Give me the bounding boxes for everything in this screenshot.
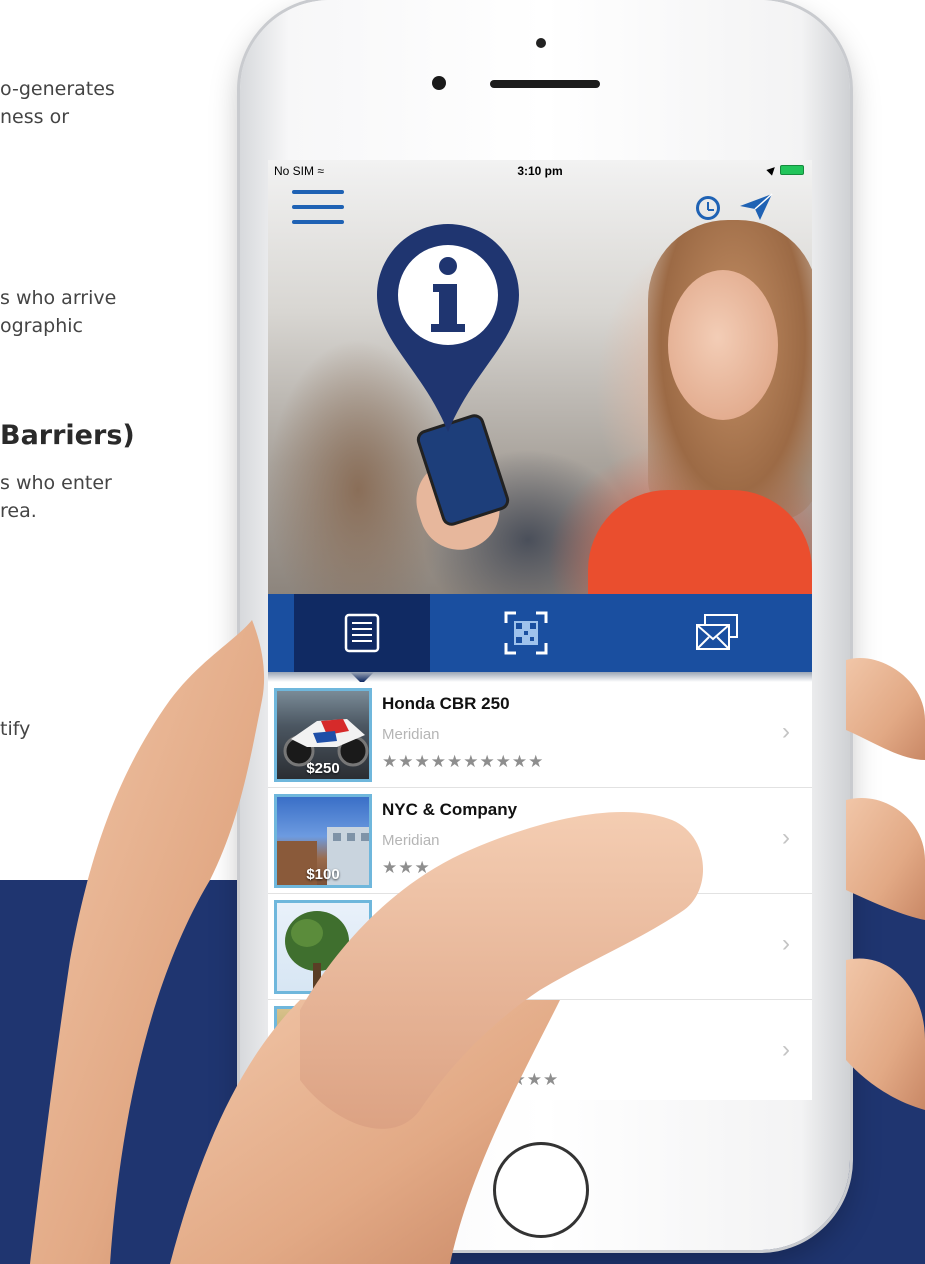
chevron-right-icon: › xyxy=(782,1036,790,1063)
background-text-3: s who arrive xyxy=(0,287,117,309)
item-price: $100 xyxy=(306,866,340,883)
tab-bar-shadow xyxy=(268,672,812,682)
item-subtitle: Meridian xyxy=(382,832,440,849)
status-right xyxy=(766,164,804,176)
tab-bar xyxy=(268,594,812,684)
background-text-4: ographic xyxy=(0,315,83,337)
status-time: 3:10 pm xyxy=(517,164,563,178)
qr-code-icon xyxy=(504,611,547,655)
offer-list: $250 Honda CBR 250 Meridian ★★★★★★★★★★ › xyxy=(268,682,812,1100)
chevron-right-icon: › xyxy=(782,930,790,957)
list-item[interactable]: $100 NYC & Company Meridian ★★★ › xyxy=(268,788,812,894)
background-text-7: tify xyxy=(0,718,31,740)
home-button[interactable] xyxy=(493,1142,589,1238)
sensor-dot xyxy=(536,38,546,48)
tab-qr-code[interactable] xyxy=(430,594,621,672)
mail-icon xyxy=(695,614,738,650)
rating-stars: ★★★★★★★★★★ xyxy=(382,752,545,771)
history-icon[interactable] xyxy=(696,196,720,220)
app-screen: No SIM ≈ 3:10 pm $250 Honda CBR 250 Meri… xyxy=(268,160,812,1100)
chevron-right-icon: › xyxy=(782,718,790,745)
tree-image xyxy=(285,911,349,991)
item-subtitle: Meridian xyxy=(382,726,440,743)
background-heading: Barriers) xyxy=(0,420,135,451)
chevron-right-icon: › xyxy=(782,824,790,851)
item-title: Honda CBR 250 xyxy=(382,694,510,713)
background-text-2: ness or xyxy=(0,106,70,128)
tab-list[interactable] xyxy=(294,594,430,684)
item-thumbnail: $100 xyxy=(274,794,372,888)
status-bar: No SIM ≈ 3:10 pm xyxy=(268,160,812,182)
hero-photo xyxy=(268,160,812,600)
photo-face xyxy=(668,270,778,420)
list-item[interactable]: $250 Honda CBR 250 Meridian ★★★★★★★★★★ › xyxy=(268,682,812,788)
background-text-1: o-generates xyxy=(0,78,115,100)
list-item[interactable]: ★★★★★ › xyxy=(268,1000,812,1100)
location-icon xyxy=(766,164,778,176)
background-text-6: rea. xyxy=(0,500,37,522)
menu-icon[interactable] xyxy=(292,190,344,224)
rating-stars: ★★★★★ xyxy=(478,1070,560,1089)
info-pin-icon xyxy=(373,220,523,440)
item-title: NYC & Company xyxy=(382,800,518,819)
battery-icon xyxy=(780,165,804,175)
item-thumbnail xyxy=(274,1006,372,1100)
rating-stars: ★★★ xyxy=(382,858,431,877)
item-thumbnail xyxy=(274,900,372,994)
send-icon[interactable] xyxy=(738,192,774,222)
list-icon xyxy=(344,613,380,653)
item-thumbnail: $250 xyxy=(274,688,372,782)
phone-device: No SIM ≈ 3:10 pm $250 Honda CBR 250 Meri… xyxy=(240,0,850,1250)
tab-mail[interactable] xyxy=(621,594,812,672)
background-text-5: s who enter xyxy=(0,472,112,494)
list-item[interactable]: › xyxy=(268,894,812,1000)
photo-shirt xyxy=(588,490,812,600)
earpiece-speaker xyxy=(490,80,600,88)
front-camera xyxy=(432,76,446,90)
item-price: $250 xyxy=(306,760,340,777)
